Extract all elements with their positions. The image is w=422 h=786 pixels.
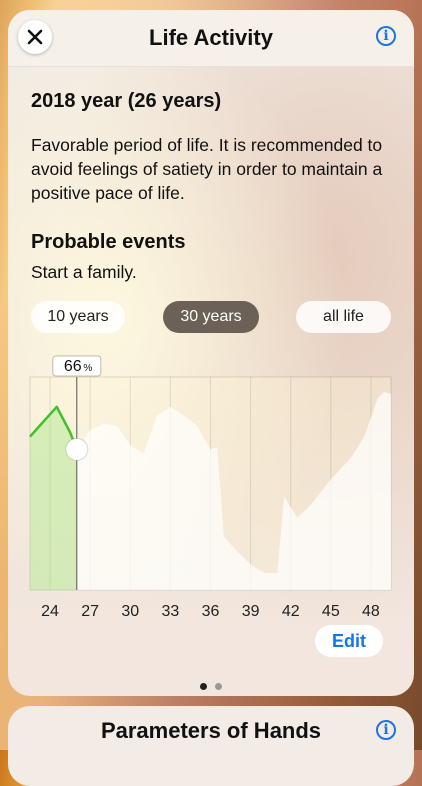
x-tick-label: 30 — [121, 603, 139, 620]
tab-30-years[interactable]: 30 years — [163, 301, 259, 333]
x-tick-label: 48 — [362, 603, 380, 620]
tab-label: 10 years — [47, 308, 109, 325]
current-point-handle[interactable] — [65, 437, 89, 461]
tab-label: 30 years — [180, 308, 242, 325]
tab-label: all life — [323, 308, 364, 325]
value-label: 66 — [64, 358, 82, 375]
x-tick-label: 33 — [161, 603, 179, 620]
year-heading: 2018 year (26 years) — [31, 90, 222, 112]
chart-svg: 66 % 24 27 30 33 36 39 42 45 48 — [29, 355, 392, 620]
tab-all-life[interactable]: all life — [296, 301, 391, 333]
page-title: Life Activity — [149, 25, 273, 50]
life-activity-card: Life Activity i 2018 year (26 years) Fav… — [8, 10, 414, 696]
edit-button[interactable]: Edit — [315, 625, 383, 657]
tab-10-years[interactable]: 10 years — [31, 301, 125, 333]
parameters-of-hands-card[interactable]: Parameters of Hands i — [8, 706, 414, 786]
events-text: Start a family. — [31, 262, 137, 282]
card-title: Parameters of Hands — [100, 718, 322, 743]
x-tick-label: 39 — [242, 603, 260, 620]
page-indicator — [8, 677, 414, 695]
info-icon[interactable]: i — [376, 26, 396, 46]
period-description: Favorable period of life. It is recommen… — [31, 135, 383, 203]
events-heading: Probable events — [31, 231, 186, 253]
info-icon[interactable]: i — [376, 720, 396, 740]
x-tick-label: 45 — [322, 603, 340, 620]
activity-chart[interactable]: 66% 24 27 30 33 36 39 42 45 48 — [8, 355, 414, 625]
x-tick-label: 36 — [202, 603, 220, 620]
page-dot[interactable] — [215, 683, 222, 690]
x-tick-label: 24 — [41, 603, 59, 620]
x-tick-label: 27 — [81, 603, 99, 620]
x-tick-label: 42 — [282, 603, 300, 620]
page-dot[interactable] — [200, 683, 207, 690]
value-unit-label: % — [83, 363, 92, 374]
card-header: Life Activity i — [8, 10, 414, 67]
edit-label: Edit — [332, 630, 366, 651]
